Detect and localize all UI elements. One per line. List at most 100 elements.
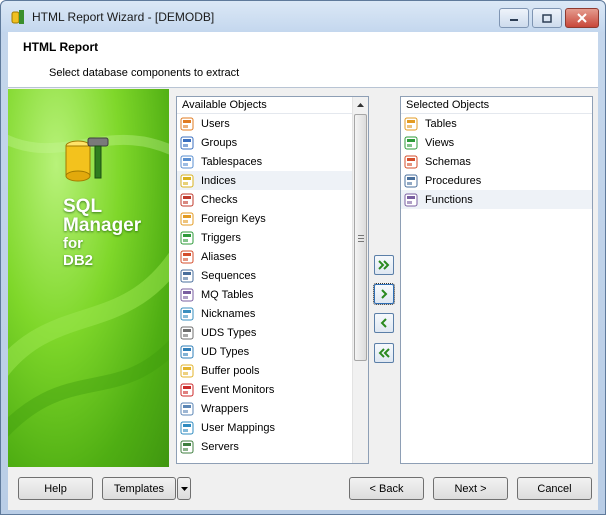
selected-objects-list[interactable]: Selected Objects Tables Views Schemas Proce… xyxy=(400,96,593,464)
event-monitors-icon xyxy=(180,383,194,396)
list-item[interactable]: Foreign Keys xyxy=(177,209,368,228)
maximize-button[interactable] xyxy=(532,8,562,28)
banner-line-for: for xyxy=(63,235,83,252)
list-item[interactable]: Aliases xyxy=(177,247,368,266)
views-icon xyxy=(404,136,418,149)
banner-line-db2: DB2 xyxy=(63,252,94,269)
list-item[interactable]: User Mappings xyxy=(177,418,368,437)
wrappers-icon xyxy=(180,402,194,415)
back-button[interactable]: < Back xyxy=(349,477,424,500)
foreign-keys-icon xyxy=(180,212,194,225)
remove-all-button[interactable] xyxy=(374,343,394,363)
list-item-label: Buffer pools xyxy=(201,364,260,377)
uds-types-icon xyxy=(180,326,194,339)
list-item-label: Tablespaces xyxy=(201,155,263,168)
close-button[interactable] xyxy=(565,8,599,28)
list-item[interactable]: Triggers xyxy=(177,228,368,247)
available-objects-list[interactable]: Available Objects Users Groups Tablespaces… xyxy=(176,96,369,464)
list-item-label: Sequences xyxy=(201,269,257,282)
list-item-label: Tables xyxy=(425,117,457,130)
wizard-window: HTML Report Wizard - [DEMODB] HTML Repor… xyxy=(0,0,606,515)
list-item-label: UD Types xyxy=(201,345,250,358)
list-item[interactable]: Procedures xyxy=(401,171,592,190)
list-item-label: User Mappings xyxy=(201,421,275,434)
maximize-icon xyxy=(542,13,552,23)
add-all-button[interactable] xyxy=(374,255,394,275)
available-scrollbar[interactable] xyxy=(352,97,368,463)
wizard-header: HTML Report Select database components t… xyxy=(8,32,598,88)
chevron-down-icon xyxy=(180,486,188,491)
minimize-button[interactable] xyxy=(499,8,529,28)
list-item-label: Aliases xyxy=(201,250,237,263)
list-item[interactable]: Indices xyxy=(177,171,368,190)
wizard-footer: Help Templates < Back Next > Cancel xyxy=(8,467,598,510)
next-label: Next > xyxy=(454,482,487,495)
servers-icon xyxy=(180,440,194,453)
list-item-label: Event Monitors xyxy=(201,383,275,396)
list-item[interactable]: UD Types xyxy=(177,342,368,361)
sequences-icon xyxy=(180,269,194,282)
banner-line-manager: Manager xyxy=(63,215,142,236)
list-item-label: Checks xyxy=(201,193,238,206)
user-mappings-icon xyxy=(180,421,194,434)
add-button[interactable] xyxy=(373,283,395,305)
minimize-icon xyxy=(510,19,518,21)
selected-items: Tables Views Schemas Procedures Functions xyxy=(401,114,592,209)
list-item[interactable]: Schemas xyxy=(401,152,592,171)
selected-objects-header: Selected Objects xyxy=(401,97,592,114)
back-label: < Back xyxy=(369,482,404,495)
list-item[interactable]: Functions xyxy=(401,190,592,209)
triggers-icon xyxy=(180,231,194,244)
tablespaces-icon xyxy=(180,155,194,168)
list-item[interactable]: Event Monitors xyxy=(177,380,368,399)
list-item[interactable]: MQ Tables xyxy=(177,285,368,304)
templates-label: Templates xyxy=(113,482,165,495)
close-icon xyxy=(577,13,587,23)
list-item[interactable]: Wrappers xyxy=(177,399,368,418)
procedures-icon xyxy=(404,174,418,187)
users-icon xyxy=(180,117,194,130)
list-item-label: Foreign Keys xyxy=(201,212,266,225)
list-item[interactable]: Buffer pools xyxy=(177,361,368,380)
next-button[interactable]: Next > xyxy=(433,477,508,500)
indices-icon xyxy=(180,174,194,187)
list-item[interactable]: Servers xyxy=(177,437,368,456)
functions-icon xyxy=(404,193,418,206)
banner-line-sql: SQL xyxy=(63,196,103,217)
ud-types-icon xyxy=(180,345,194,358)
help-button[interactable]: Help xyxy=(18,477,93,500)
checks-icon xyxy=(180,193,194,206)
remove-button[interactable] xyxy=(374,313,394,333)
list-item[interactable]: Tables xyxy=(401,114,592,133)
scroll-grip xyxy=(358,235,364,242)
available-items: Users Groups Tablespaces Indices Checks Forei… xyxy=(177,114,368,456)
list-item[interactable]: Tablespaces xyxy=(177,152,368,171)
templates-dropdown-button[interactable] xyxy=(177,477,191,500)
page-title: HTML Report xyxy=(23,40,99,54)
available-objects-header: Available Objects xyxy=(177,97,368,114)
cancel-button[interactable]: Cancel xyxy=(517,477,592,500)
list-item[interactable]: Sequences xyxy=(177,266,368,285)
groups-icon xyxy=(180,136,194,149)
left-arrow-icon xyxy=(380,318,387,328)
nicknames-icon xyxy=(180,307,194,320)
list-item-label: Wrappers xyxy=(201,402,249,415)
templates-button[interactable]: Templates xyxy=(102,477,176,500)
window-title: HTML Report Wizard - [DEMODB] xyxy=(32,10,215,24)
list-item[interactable]: Views xyxy=(401,133,592,152)
list-item[interactable]: Nicknames xyxy=(177,304,368,323)
title-bar[interactable]: HTML Report Wizard - [DEMODB] xyxy=(1,1,605,32)
list-item[interactable]: Users xyxy=(177,114,368,133)
list-item-label: Users xyxy=(201,117,230,130)
scroll-up-button[interactable] xyxy=(353,97,368,113)
page-subtitle: Select database components to extract xyxy=(49,67,240,79)
list-item[interactable]: Groups xyxy=(177,133,368,152)
list-item[interactable]: UDS Types xyxy=(177,323,368,342)
double-left-arrow-icon xyxy=(378,348,390,358)
list-item[interactable]: Checks xyxy=(177,190,368,209)
schemas-icon xyxy=(404,155,418,168)
list-item-label: Schemas xyxy=(425,155,471,168)
scroll-up-arrow-icon xyxy=(357,103,364,107)
aliases-icon xyxy=(180,250,194,263)
scroll-thumb[interactable] xyxy=(354,114,367,361)
